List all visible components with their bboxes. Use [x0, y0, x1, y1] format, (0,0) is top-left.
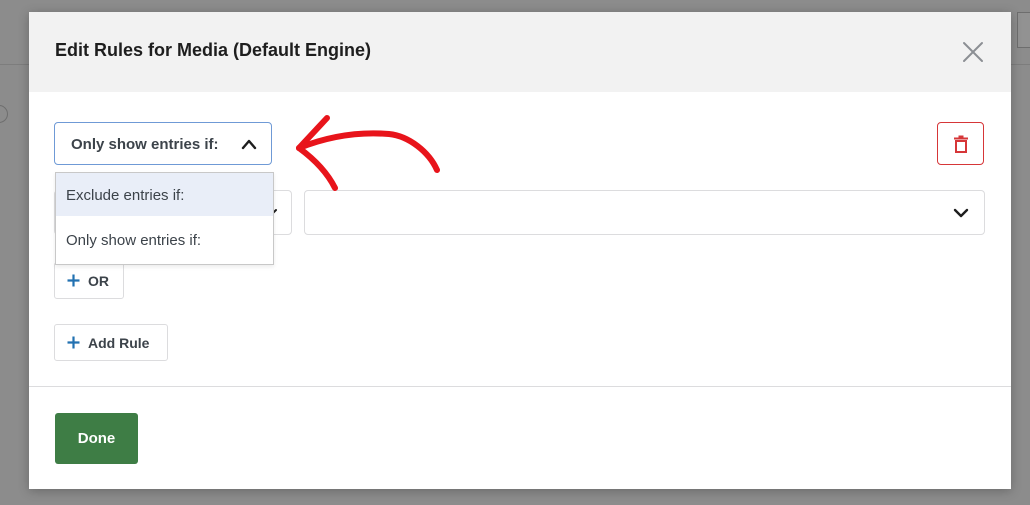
- trash-icon: [954, 135, 968, 153]
- plus-icon: [67, 336, 80, 349]
- done-button[interactable]: Done: [55, 413, 138, 464]
- value-select[interactable]: [304, 190, 985, 235]
- dropdown-option-label: Exclude entries if:: [66, 187, 185, 204]
- modal-title: Edit Rules for Media (Default Engine): [55, 40, 372, 60]
- plus-icon: [67, 274, 80, 287]
- close-icon: [963, 42, 983, 62]
- footer-divider: [29, 386, 1011, 387]
- dropdown-option-exclude[interactable]: Exclude entries if:: [56, 173, 273, 216]
- add-rule-button-label: Add Rule: [88, 335, 150, 351]
- edit-rules-modal: Edit Rules for Media (Default Engine) On…: [29, 12, 1011, 489]
- rule-type-select[interactable]: Only show entries if:: [54, 122, 272, 165]
- dropdown-option-label: Only show entries if:: [66, 232, 202, 249]
- or-button[interactable]: OR: [54, 262, 124, 299]
- rule-type-dropdown: Exclude entries if: Only show entries if…: [55, 172, 274, 265]
- delete-rule-button[interactable]: [937, 122, 984, 165]
- background-button: [1017, 12, 1030, 48]
- modal-header: Edit Rules for Media (Default Engine): [29, 12, 1011, 92]
- annotation-arrow-icon: [296, 115, 440, 191]
- chevron-down-icon: [953, 208, 969, 218]
- chevron-up-icon: [241, 139, 257, 150]
- add-rule-button[interactable]: Add Rule: [54, 324, 168, 361]
- or-button-label: OR: [88, 273, 109, 289]
- close-button[interactable]: [961, 40, 985, 64]
- rule-type-selected-label: Only show entries if:: [71, 136, 219, 153]
- dropdown-option-only-show[interactable]: Only show entries if:: [56, 218, 273, 261]
